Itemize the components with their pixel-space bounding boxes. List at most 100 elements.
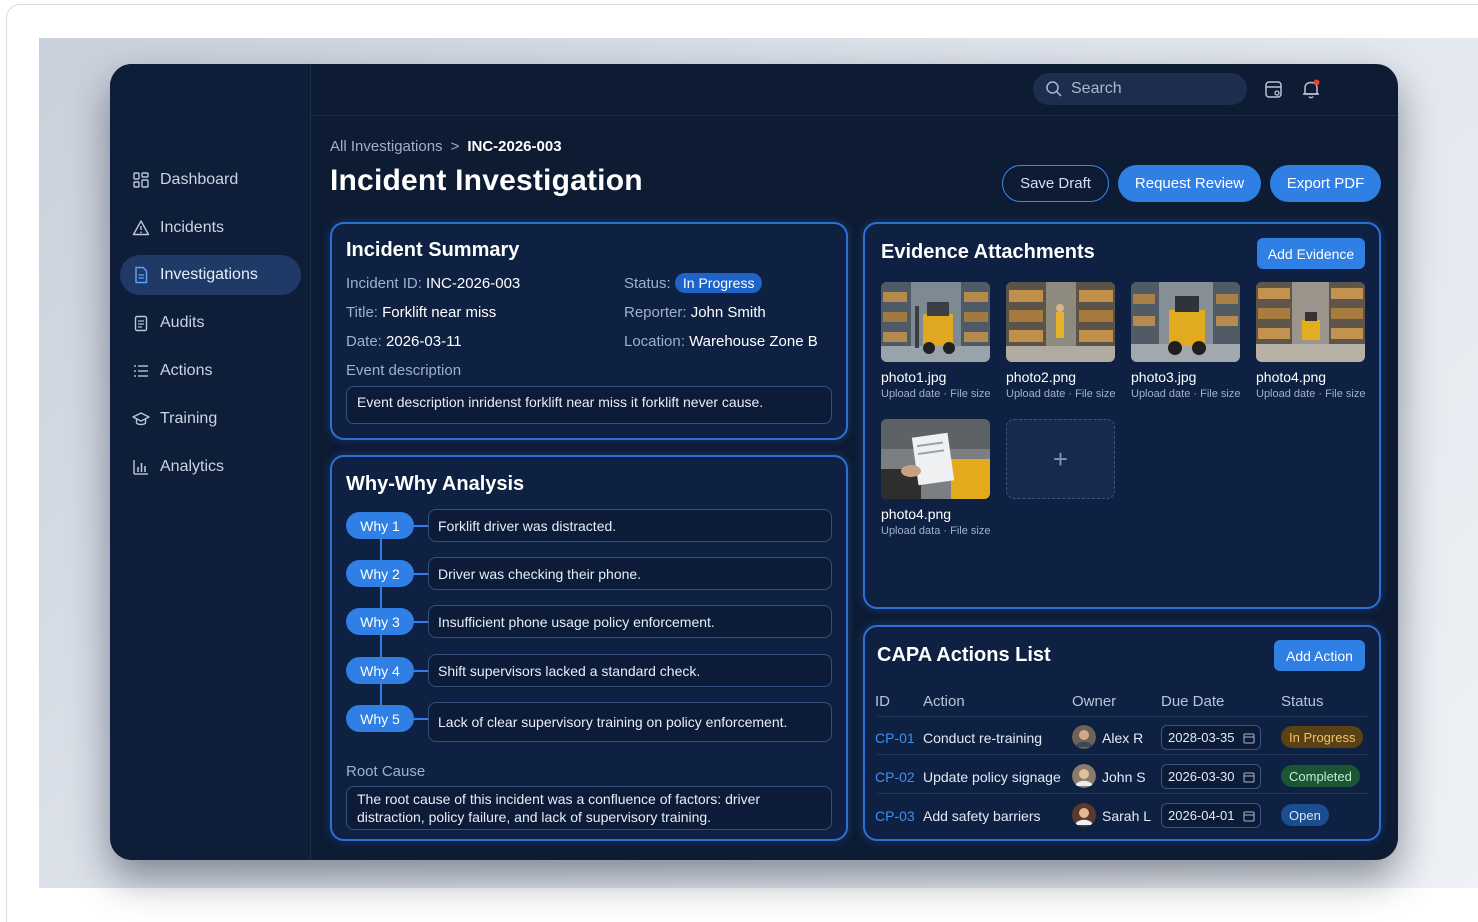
location-value: Warehouse Zone B xyxy=(689,333,818,350)
add-action-button[interactable]: Add Action xyxy=(1274,640,1365,671)
save-draft-button[interactable]: Save Draft xyxy=(1002,165,1109,202)
status-badge: In Progress xyxy=(674,273,763,293)
column-header-due-date[interactable]: Due Date xyxy=(1161,693,1224,710)
incident-summary-title: Incident Summary xyxy=(346,239,520,261)
date-label: Date: xyxy=(346,333,382,350)
evidence-thumbnail-5[interactable] xyxy=(881,419,990,499)
evidence-title: Evidence Attachments xyxy=(881,241,1095,263)
capa-id-link[interactable]: CP-03 xyxy=(875,808,915,824)
page-title: Incident Investigation xyxy=(330,164,643,197)
bell-icon[interactable] xyxy=(1300,78,1322,100)
sidebar-item-audits[interactable]: Audits xyxy=(120,303,301,343)
owner-name: Alex R xyxy=(1102,730,1144,746)
request-review-button[interactable]: Request Review xyxy=(1118,165,1261,202)
why-1-answer[interactable]: Forklift driver was distracted. xyxy=(428,509,832,542)
sidebar-item-analytics[interactable]: Analytics xyxy=(120,447,301,487)
reporter-label: Reporter: xyxy=(624,304,687,321)
owner-name: John S xyxy=(1102,769,1146,785)
sidebar-item-label: Dashboard xyxy=(160,171,239,188)
breadcrumb: All Investigations > INC-2026-003 xyxy=(330,138,562,155)
capa-action-text: Update policy signage xyxy=(923,769,1061,785)
search-bar[interactable] xyxy=(1033,73,1247,105)
evidence-thumbnail-4[interactable] xyxy=(1256,282,1365,362)
warning-icon xyxy=(132,220,150,236)
title-value: Forklift near miss xyxy=(382,304,497,321)
owner-avatar xyxy=(1072,803,1096,827)
why-connector xyxy=(414,525,428,527)
evidence-thumbnail-2[interactable] xyxy=(1006,282,1115,362)
evidence-file-name: photo3.jpg xyxy=(1131,369,1197,385)
status-badge: In Progress xyxy=(1281,726,1364,748)
forklift-photo-image xyxy=(881,282,990,362)
forklift-photo-image xyxy=(1131,282,1240,362)
export-pdf-button[interactable]: Export PDF xyxy=(1270,165,1381,202)
add-evidence-tile[interactable]: + xyxy=(1006,419,1115,499)
root-cause-field[interactable]: The root cause of this incident was a co… xyxy=(346,786,832,830)
status-badge: Open xyxy=(1281,804,1329,826)
due-date-value: 2028-03-35 xyxy=(1168,730,1235,745)
capa-id-link[interactable]: CP-02 xyxy=(875,769,915,785)
sidebar-item-investigations[interactable]: Investigations xyxy=(120,255,301,295)
column-header-status[interactable]: Status xyxy=(1281,693,1324,710)
sidebar-item-label: Analytics xyxy=(160,458,225,475)
add-evidence-button[interactable]: Add Evidence xyxy=(1257,238,1365,269)
calendar-icon xyxy=(1243,733,1254,743)
evidence-file-meta: Upload date · File size xyxy=(1256,388,1366,400)
capa-title: CAPA Actions List xyxy=(877,644,1051,666)
sidebar-item-label: Training xyxy=(160,410,218,427)
why-connector xyxy=(414,670,428,672)
breadcrumb-parent-link[interactable]: All Investigations xyxy=(330,138,443,155)
capa-id-link[interactable]: CP-01 xyxy=(875,730,915,746)
why-4-answer[interactable]: Shift supervisors lacked a standard chec… xyxy=(428,654,832,687)
clipboard-icon xyxy=(134,315,148,332)
capa-action-text: Conduct re-training xyxy=(923,730,1043,746)
topbar: JS ⌵ xyxy=(311,64,1398,116)
sidebar-item-incidents[interactable]: Incidents xyxy=(120,208,301,248)
sidebar: Dashboard Incidents Investigations Audit… xyxy=(110,64,311,860)
title-field: Title: Forklift near miss xyxy=(346,304,496,321)
due-date-field[interactable]: 2026-04-01 xyxy=(1161,803,1261,828)
column-header-owner[interactable]: Owner xyxy=(1072,693,1116,710)
why-2-pill: Why 2 xyxy=(346,560,414,587)
capa-action-text: Add safety barriers xyxy=(923,808,1041,824)
evidence-attachments-card: Evidence Attachments Add Evidence photo1… xyxy=(863,222,1381,609)
calendar-icon xyxy=(1243,772,1254,782)
evidence-file-name: photo2.png xyxy=(1006,369,1077,385)
sidebar-item-actions[interactable]: Actions xyxy=(120,351,301,391)
calendar-icon xyxy=(1243,811,1254,821)
graduation-cap-icon xyxy=(132,412,150,426)
search-input[interactable] xyxy=(1071,80,1221,98)
due-date-field[interactable]: 2026-03-30 xyxy=(1161,764,1261,789)
reporter-value: John Smith xyxy=(690,304,766,321)
evidence-file-name: photo4.png xyxy=(1256,369,1327,385)
due-date-field[interactable]: 2028-03-35 xyxy=(1161,725,1261,750)
sidebar-item-label: Investigations xyxy=(160,266,258,283)
why-1-pill: Why 1 xyxy=(346,512,414,539)
sidebar-item-dashboard[interactable]: Dashboard xyxy=(120,160,301,200)
why-connector xyxy=(414,573,428,575)
why-2-answer[interactable]: Driver was checking their phone. xyxy=(428,557,832,590)
sidebar-item-training[interactable]: Training xyxy=(120,399,301,439)
column-header-id[interactable]: ID xyxy=(875,693,890,710)
incident-id-value: INC-2026-003 xyxy=(426,275,521,292)
evidence-file-name: photo1.jpg xyxy=(881,369,947,385)
table-divider xyxy=(877,716,1367,717)
evidence-file-meta: Upload date · File size xyxy=(1006,388,1116,400)
evidence-file-meta: Upload data · File size xyxy=(881,525,991,537)
warehouse-aisle-photo-image xyxy=(1256,282,1365,362)
why-why-analysis-card: Why-Why Analysis Why 1 Forklift driver w… xyxy=(330,455,848,841)
evidence-file-meta: Upload date · File size xyxy=(881,388,991,400)
bar-chart-icon xyxy=(133,460,148,475)
sidebar-item-label: Audits xyxy=(160,314,205,331)
title-label: Title: xyxy=(346,304,378,321)
why-5-answer[interactable]: Lack of clear supervisory training on po… xyxy=(428,702,832,742)
date-value: 2026-03-11 xyxy=(386,333,462,350)
event-description-field[interactable]: Event description inridenst forklift nea… xyxy=(346,386,832,424)
why-3-answer[interactable]: Insufficient phone usage policy enforcem… xyxy=(428,605,832,638)
dashboard-icon xyxy=(133,172,149,188)
evidence-thumbnail-1[interactable] xyxy=(881,282,990,362)
evidence-thumbnail-3[interactable] xyxy=(1131,282,1240,362)
status-label: Status: xyxy=(624,275,671,292)
calendar-icon[interactable] xyxy=(1263,78,1285,100)
column-header-action[interactable]: Action xyxy=(923,693,965,710)
